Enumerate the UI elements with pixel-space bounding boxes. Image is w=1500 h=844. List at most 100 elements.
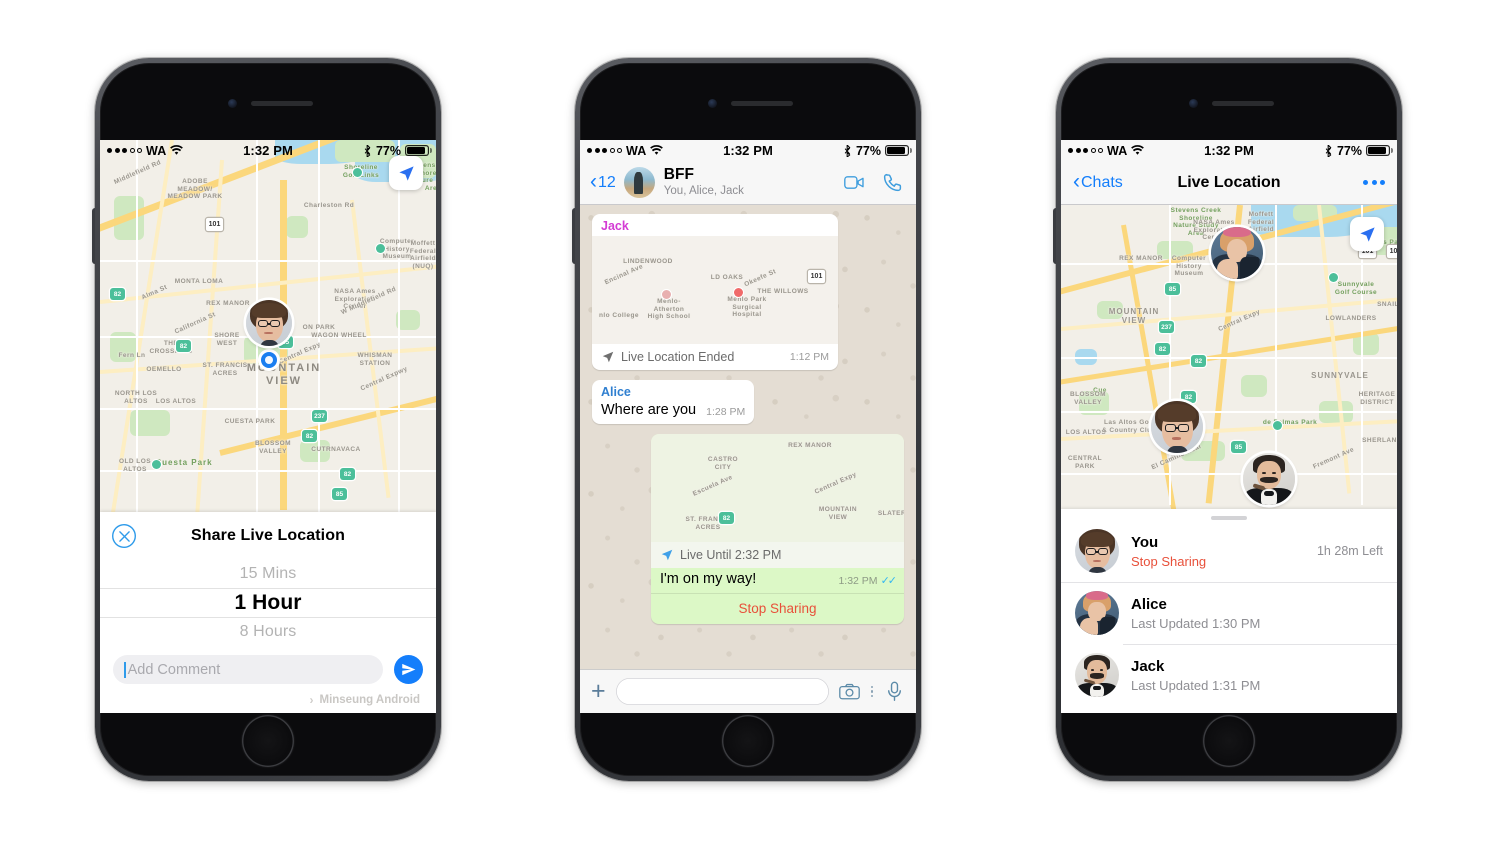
chat-navigation-bar: ‹ 12 BFF You, Alice, Jack	[580, 161, 916, 205]
map-road	[1061, 473, 1397, 475]
duration-option-8-hours[interactable]: 8 Hours	[100, 618, 436, 646]
vertical-dots-icon[interactable]	[870, 685, 874, 698]
unread-count-label: 12	[598, 173, 616, 191]
recenter-location-button[interactable]	[1350, 217, 1384, 251]
last-updated-label: Last Updated 1:30 PM	[1131, 615, 1261, 631]
map-poi	[1329, 273, 1338, 282]
list-item-texts: Alice Last Updated 1:30 PM	[1131, 596, 1371, 631]
route-shield: 82	[302, 430, 317, 442]
microphone-button[interactable]	[884, 681, 905, 702]
send-arrow-icon	[402, 663, 416, 676]
map-label: WAGON WHEEL	[311, 332, 367, 339]
message-map-thumbnail[interactable]: CASTRO CITY REX MANOR Escuela Ave MOUNTA…	[651, 434, 904, 542]
route-shield: 237	[312, 410, 327, 422]
chat-message-list[interactable]: Jack LINDENWOOD Encinal Ave Menlo- Ather…	[580, 205, 916, 669]
avatar-jacket	[1240, 257, 1259, 279]
avatar	[1075, 653, 1119, 697]
avatar-fringe	[1158, 404, 1196, 422]
message-status-row: Live Until 2:32 PM	[651, 542, 904, 568]
map-poi	[376, 244, 385, 253]
avatar-glasses-bridge	[1175, 427, 1179, 429]
map-park	[286, 216, 308, 238]
list-item-jack[interactable]: Jack Last Updated 1:31 PM	[1061, 644, 1397, 706]
stop-sharing-button[interactable]: Stop Sharing	[1131, 554, 1305, 569]
video-call-icon	[844, 176, 864, 189]
route-shield: 101	[206, 218, 223, 231]
map-label: Charleston Rd	[303, 202, 355, 209]
android-footer-row[interactable]: › Minseung Android	[100, 684, 436, 707]
avatar-jacket	[1099, 616, 1116, 635]
list-item-texts: You Stop Sharing	[1131, 534, 1305, 569]
duration-option-1-hour-selected[interactable]: 1 Hour	[100, 588, 436, 618]
message-bubble-own-live-location[interactable]: CASTRO CITY REX MANOR Escuela Ave MOUNTA…	[651, 434, 904, 624]
list-item-you[interactable]: You Stop Sharing 1h 28m Left	[1061, 520, 1397, 582]
recenter-location-button[interactable]	[389, 156, 423, 190]
message-bubble-jack-location[interactable]: Jack LINDENWOOD Encinal Ave Menlo- Ather…	[592, 214, 838, 370]
route-shield: 85	[1165, 283, 1180, 295]
battery-icon	[885, 145, 913, 156]
status-time: 1:32 PM	[723, 143, 773, 158]
home-button[interactable]	[1203, 715, 1255, 767]
home-button[interactable]	[722, 715, 774, 767]
group-avatar[interactable]	[623, 167, 655, 198]
phone-3-screen: WA 1:32 PM 77% ‹ Chats Live Location Ste…	[1061, 140, 1397, 713]
duration-option-15-mins[interactable]: 15 Mins	[100, 560, 436, 588]
chat-participants: You, Alice, Jack	[663, 185, 744, 198]
voice-call-button[interactable]	[882, 172, 903, 193]
avatar	[1075, 529, 1119, 573]
avatar-silhouette	[634, 171, 643, 194]
close-sheet-button[interactable]	[112, 524, 136, 548]
map-label: SUNNYVALE	[1311, 371, 1369, 380]
phone-1-body: Shoreline Golf Links Stevens Creek Shore…	[100, 63, 436, 776]
map-live-location[interactable]: Stevens Creek Shoreline Nature Study Are…	[1061, 205, 1397, 509]
back-to-chats-button[interactable]: ‹ Chats	[1073, 171, 1123, 192]
back-label: Chats	[1081, 173, 1123, 191]
more-options-button[interactable]	[1363, 180, 1385, 185]
earpiece-speaker	[1212, 101, 1274, 106]
attach-plus-button[interactable]: +	[591, 679, 606, 704]
avatar-arm	[1217, 259, 1239, 279]
phone-1-bottom-hardware	[100, 703, 436, 776]
send-button[interactable]	[394, 655, 423, 684]
earpiece-speaker	[251, 101, 313, 106]
phone-2-body: WA 1:32 PM 77% ‹ 12 BFF You, Alice, Jack…	[580, 63, 916, 776]
phone-3-body: WA 1:32 PM 77% ‹ Chats Live Location Ste…	[1061, 63, 1397, 776]
avatar-glasses-left	[257, 320, 269, 328]
avatar-mouth	[1171, 437, 1182, 440]
back-to-chats-button[interactable]: ‹ 12	[590, 170, 616, 193]
message-map-thumbnail[interactable]: LINDENWOOD Encinal Ave Menlo- Atherton H…	[592, 236, 838, 344]
map-label: HERITAGE DISTRICT	[1358, 391, 1396, 406]
phone-device-3: WA 1:32 PM 77% ‹ Chats Live Location Ste…	[1053, 58, 1402, 781]
map-road	[1061, 357, 1397, 359]
map-label: Fremont Ave	[1312, 446, 1356, 471]
message-time: 1:12 PM	[789, 351, 829, 363]
video-call-button[interactable]	[844, 172, 865, 193]
alice-location-marker[interactable]	[1211, 227, 1263, 279]
avatar-hair-accent	[1085, 591, 1109, 600]
map-label: ADOBE MEADOW/ MEADOW PARK	[167, 178, 223, 201]
message-sender-name: Alice	[601, 385, 631, 399]
message-input-field[interactable]	[615, 678, 829, 705]
chat-title-block[interactable]: BFF You, Alice, Jack	[664, 166, 836, 198]
you-location-marker[interactable]	[1151, 401, 1203, 453]
map-label: Sunnyvale Golf Course	[1334, 281, 1378, 296]
route-shield: 85	[332, 488, 347, 500]
self-location-marker-avatar[interactable]	[246, 300, 292, 346]
chevron-left-icon: ‹	[590, 170, 597, 193]
avatar-moustache	[1089, 673, 1105, 679]
phone-1-screen: Shoreline Golf Links Stevens Creek Shore…	[100, 140, 436, 713]
avatar-shoulders	[259, 339, 280, 346]
phone-device-1: Shoreline Golf Links Stevens Creek Shore…	[92, 58, 441, 781]
list-item-alice[interactable]: Alice Last Updated 1:30 PM	[1061, 582, 1397, 644]
add-comment-input[interactable]: Add Comment	[113, 655, 383, 684]
stop-sharing-button[interactable]: Stop Sharing	[651, 593, 904, 624]
phone-1-top-hardware	[100, 63, 436, 140]
camera-button[interactable]	[838, 681, 860, 702]
map-label: LOS ALTOS	[155, 398, 197, 405]
home-button[interactable]	[242, 715, 294, 767]
live-location-icon	[602, 351, 614, 363]
map-road	[1061, 411, 1397, 413]
message-bubble-alice-text[interactable]: Alice Where are you 1:28 PM	[592, 380, 755, 424]
jack-location-marker[interactable]	[1243, 453, 1295, 505]
route-shield: 101	[1387, 245, 1397, 258]
